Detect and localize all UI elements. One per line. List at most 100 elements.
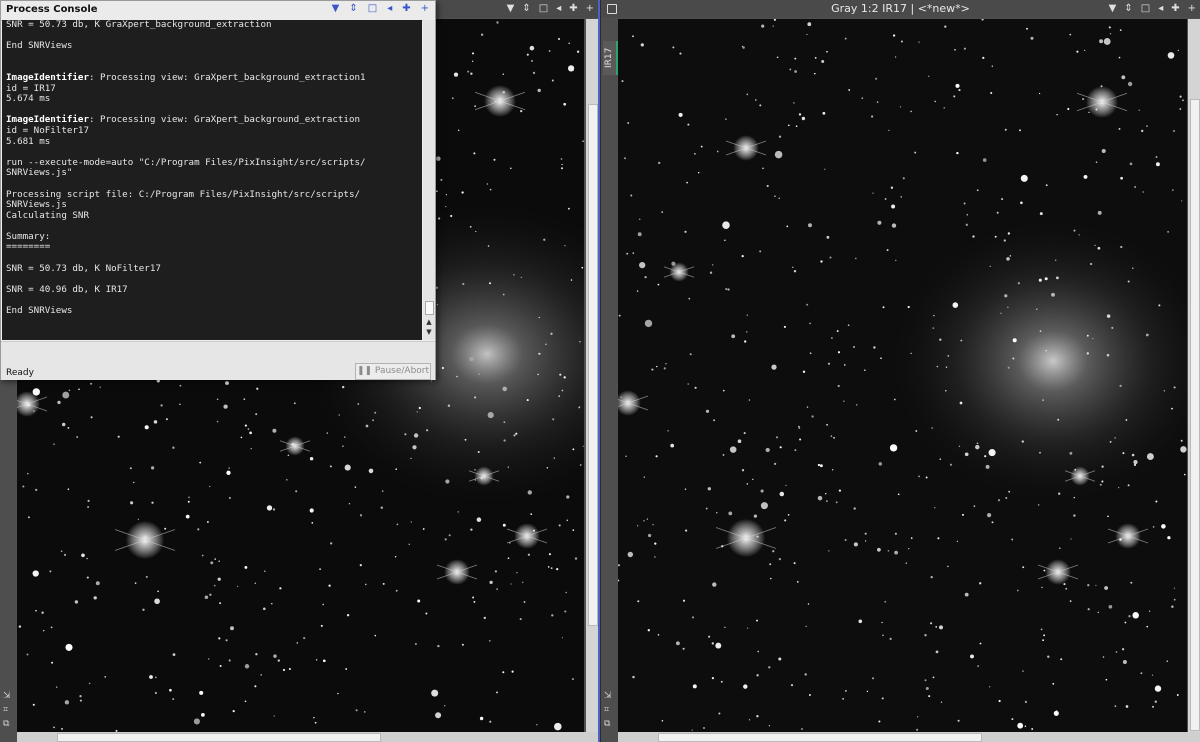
close-icon[interactable]: + bbox=[421, 3, 429, 14]
collapse-icon[interactable]: ◂ bbox=[556, 0, 561, 18]
console-scroll-thumb[interactable] bbox=[425, 301, 434, 315]
star bbox=[891, 204, 896, 209]
star bbox=[1078, 234, 1080, 236]
console-line: Calculating SNR bbox=[6, 209, 89, 221]
zoom-tool-icon[interactable]: ⇲ bbox=[604, 691, 614, 701]
view-tab-strip: IR17 ⇲ ⌗ ⧉ bbox=[601, 19, 618, 742]
scroll-down-icon[interactable]: ▼ bbox=[423, 328, 435, 338]
shade-icon[interactable]: ▼ bbox=[332, 3, 340, 14]
star bbox=[759, 250, 762, 253]
star bbox=[705, 507, 708, 510]
star bbox=[1179, 108, 1182, 110]
zoom-tool-icon[interactable]: ⇲ bbox=[3, 691, 13, 701]
star bbox=[958, 89, 961, 92]
vertical-scrollbar[interactable] bbox=[586, 19, 598, 732]
star bbox=[201, 713, 205, 717]
star bbox=[817, 495, 823, 501]
star bbox=[545, 343, 547, 346]
close-icon[interactable]: + bbox=[1188, 0, 1196, 18]
star bbox=[60, 550, 63, 553]
star bbox=[729, 446, 737, 453]
pause-abort-button[interactable]: ❚❚ Pause/Abort bbox=[355, 363, 431, 380]
star bbox=[1155, 162, 1160, 167]
star bbox=[149, 675, 153, 679]
star bbox=[748, 719, 751, 721]
star bbox=[1043, 634, 1046, 637]
star bbox=[844, 37, 847, 40]
star bbox=[831, 469, 834, 471]
star bbox=[1177, 49, 1179, 52]
star bbox=[502, 386, 507, 392]
star bbox=[814, 57, 817, 59]
star bbox=[915, 430, 918, 432]
star bbox=[888, 129, 890, 131]
console-output[interactable]: SNR = 50.73 db, K GraXpert_background_ex… bbox=[2, 20, 422, 340]
collapse-icon[interactable]: ◂ bbox=[1158, 0, 1163, 18]
star bbox=[806, 406, 809, 408]
star bbox=[826, 50, 828, 53]
star bbox=[783, 325, 786, 328]
star bbox=[1129, 162, 1133, 166]
star bbox=[32, 570, 39, 577]
star bbox=[1145, 333, 1149, 337]
shade-icon[interactable]: ▼ bbox=[507, 0, 515, 18]
star bbox=[228, 496, 231, 500]
restore-icon[interactable]: □ bbox=[368, 3, 377, 14]
star bbox=[509, 542, 511, 544]
collapse-icon[interactable]: ◂ bbox=[387, 3, 392, 14]
star bbox=[1146, 625, 1149, 628]
console-line: SNR = 50.73 db, K NoFilter17 bbox=[6, 262, 161, 274]
clone-tool-icon[interactable]: ⧉ bbox=[604, 719, 614, 729]
star bbox=[250, 447, 252, 450]
scroll-up-icon[interactable]: ▲ bbox=[423, 318, 435, 328]
star bbox=[1180, 446, 1187, 453]
star bbox=[884, 198, 887, 200]
star bbox=[891, 223, 897, 228]
maximize-icon[interactable]: ⇕ bbox=[349, 3, 357, 14]
star bbox=[768, 725, 771, 727]
image-canvas-ir17[interactable] bbox=[618, 19, 1187, 732]
pin-icon[interactable]: ✚ bbox=[402, 3, 410, 14]
restore-icon[interactable]: □ bbox=[1141, 0, 1150, 18]
view-tab-ir17[interactable]: IR17 bbox=[603, 41, 618, 75]
horizontal-scrollbar[interactable] bbox=[17, 732, 598, 742]
star bbox=[787, 124, 790, 127]
process-console-window[interactable]: Process Console ▼ ⇕ □ ◂ ✚ + SNR = 50.73 … bbox=[0, 0, 436, 380]
shade-icon[interactable]: ▼ bbox=[1109, 0, 1117, 18]
close-icon[interactable]: + bbox=[586, 0, 594, 18]
fit-tool-icon[interactable]: ⌗ bbox=[604, 705, 614, 715]
star bbox=[579, 341, 581, 343]
console-scrollbar[interactable]: ▲ ▼ bbox=[423, 20, 435, 340]
star bbox=[462, 282, 465, 286]
star bbox=[357, 403, 360, 405]
star bbox=[527, 490, 532, 495]
star bbox=[654, 542, 657, 545]
star bbox=[273, 715, 275, 717]
star bbox=[925, 476, 928, 479]
restore-icon[interactable]: □ bbox=[539, 0, 548, 18]
star bbox=[833, 436, 836, 439]
pin-icon[interactable]: ✚ bbox=[569, 0, 577, 18]
star bbox=[344, 464, 351, 471]
window-titlebar[interactable]: Gray 1:2 IR17 | <*new*> ▼ ⇕ □ ◂ ✚ + bbox=[601, 0, 1200, 18]
fit-tool-icon[interactable]: ⌗ bbox=[3, 705, 13, 715]
star bbox=[985, 464, 990, 469]
star bbox=[295, 490, 298, 493]
star bbox=[1172, 189, 1174, 191]
clone-tool-icon[interactable]: ⧉ bbox=[3, 719, 13, 729]
horizontal-scrollbar[interactable] bbox=[618, 732, 1200, 742]
pin-icon[interactable]: ✚ bbox=[1171, 0, 1179, 18]
image-window-ir17[interactable]: Gray 1:2 IR17 | <*new*> ▼ ⇕ □ ◂ ✚ + IR17… bbox=[601, 0, 1200, 742]
maximize-icon[interactable]: ⇕ bbox=[1124, 0, 1132, 18]
vertical-scrollbar[interactable] bbox=[1188, 19, 1200, 732]
maximize-icon[interactable]: ⇕ bbox=[522, 0, 530, 18]
star bbox=[142, 608, 145, 611]
star bbox=[1057, 418, 1060, 421]
star bbox=[900, 40, 903, 43]
star bbox=[757, 650, 760, 653]
star bbox=[197, 528, 200, 531]
console-titlebar[interactable]: Process Console ▼ ⇕ □ ◂ ✚ + bbox=[1, 1, 435, 21]
star bbox=[86, 557, 88, 560]
star bbox=[154, 692, 157, 694]
star bbox=[548, 553, 551, 556]
